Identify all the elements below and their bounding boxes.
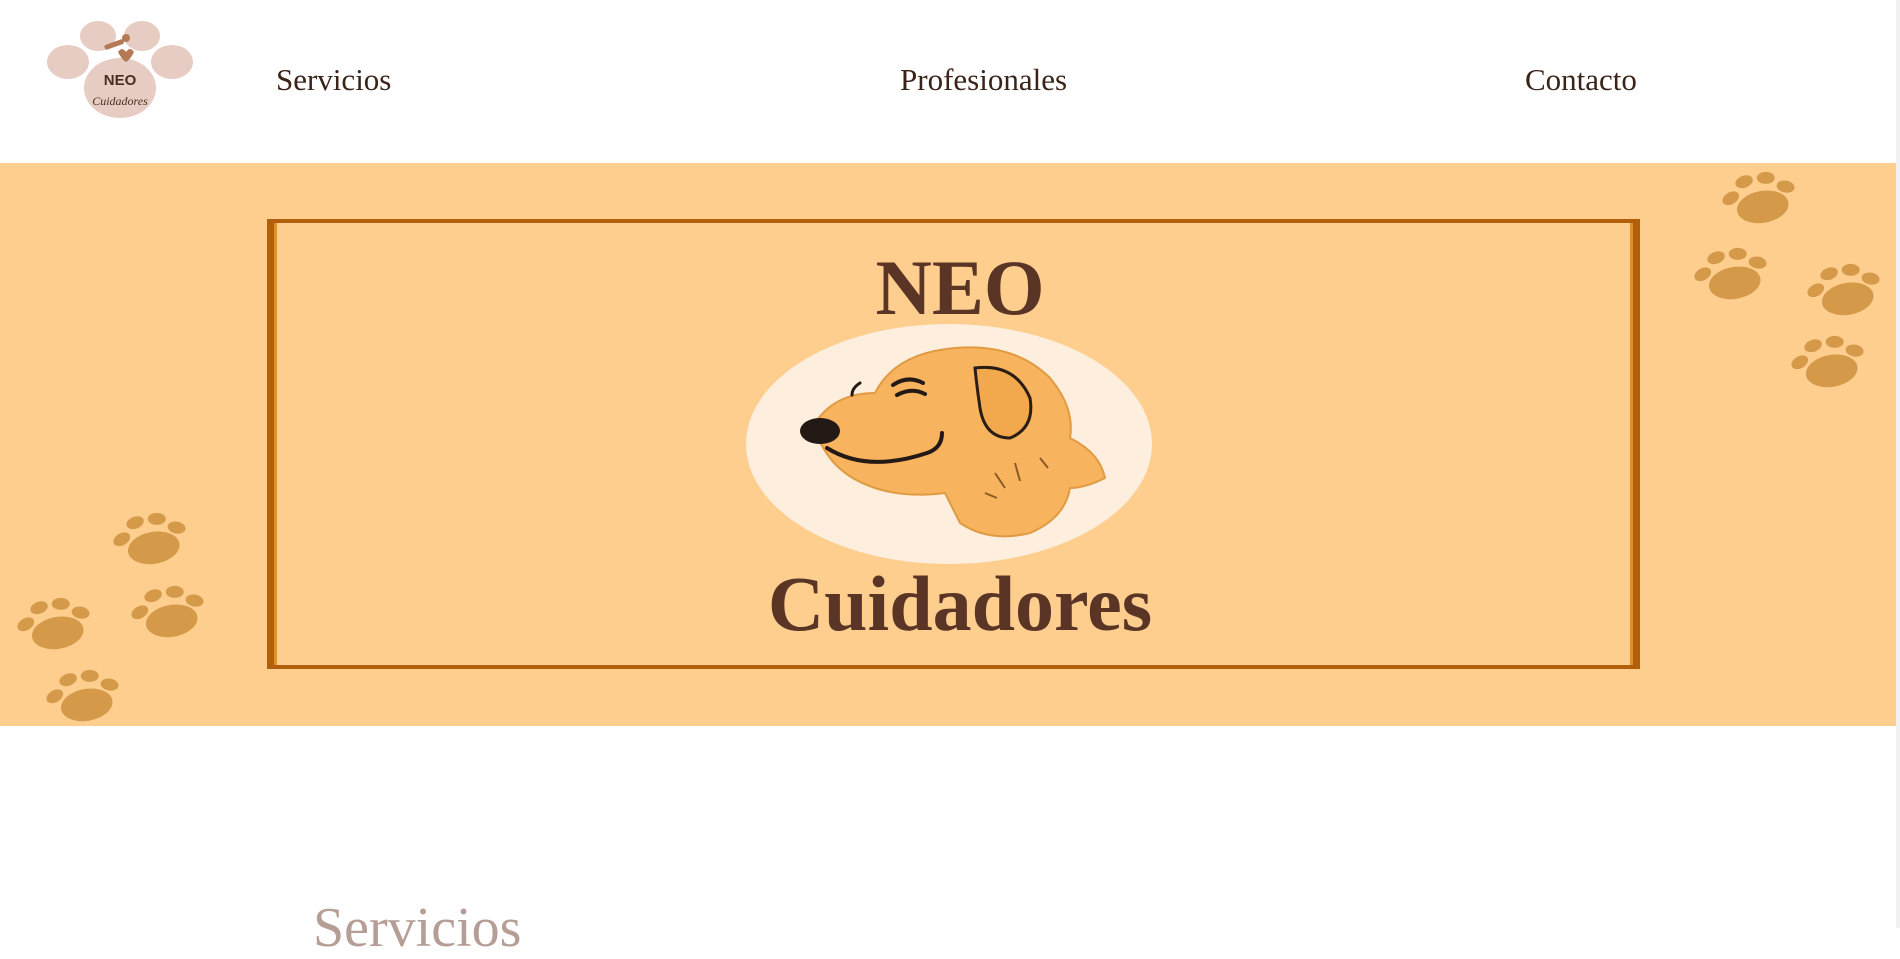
paw-print-icon xyxy=(1790,331,1870,391)
section-heading-servicios: Servicios xyxy=(313,897,522,959)
paw-print-icon xyxy=(1721,167,1801,227)
dog-illustration xyxy=(746,324,1152,564)
hero-title-neo: NEO xyxy=(875,244,1045,331)
nav-servicios[interactable]: Servicios xyxy=(276,62,391,98)
paw-print-icon xyxy=(45,665,125,725)
paw-print-icon xyxy=(112,508,192,568)
site-header: NEO Cuidadores Servicios Profesionales C… xyxy=(0,0,1900,163)
nav-contacto[interactable]: Contacto xyxy=(1525,62,1637,98)
nav-profesionales[interactable]: Profesionales xyxy=(900,62,1067,98)
scrollbar[interactable] xyxy=(1896,0,1900,928)
hero-title-cuidadores: Cuidadores xyxy=(767,560,1153,647)
logo-text-neo: NEO xyxy=(104,72,137,89)
hero-banner: NEO Cuidadores xyxy=(0,163,1900,726)
logo[interactable]: NEO Cuidadores xyxy=(46,20,196,118)
logo-text-cuidadores: Cuidadores xyxy=(92,94,148,108)
